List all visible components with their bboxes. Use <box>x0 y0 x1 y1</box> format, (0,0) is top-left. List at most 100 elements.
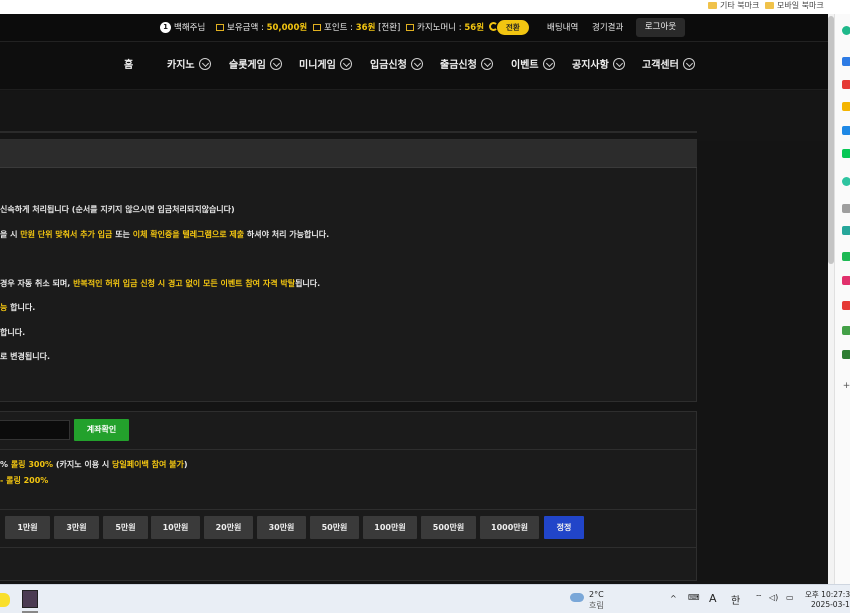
nav-home[interactable]: 홈 <box>124 42 133 90</box>
amount-button-500[interactable]: 500만원 <box>421 516 476 539</box>
youtube-icon[interactable] <box>842 301 850 310</box>
app-icon[interactable] <box>22 590 38 608</box>
game-results-link[interactable]: 경기결과 <box>592 14 623 42</box>
username: 백해주님 <box>174 23 206 33</box>
chevron-down-icon <box>339 58 352 70</box>
taskbar: 2°C 흐림 ^ ⌨ A 한 ⌔ ◁) ▭ 오후 10:27:38 2025-0… <box>0 584 850 613</box>
chevron-down-icon <box>480 58 493 70</box>
bonus-line: - 롤링 200% <box>0 476 49 485</box>
youtube-icon[interactable] <box>842 80 850 89</box>
clock-time[interactable]: 오후 10:27:38 <box>805 589 850 600</box>
bonus-line: % 롤링 300% (카지노 이용 시 당일페이백 참여 불가) <box>0 460 188 469</box>
translate-icon[interactable] <box>842 204 850 213</box>
notice-line: 경우 자동 취소 되며, 반복적인 허위 입금 신청 시 경고 없이 모든 이벤… <box>0 279 321 288</box>
wifi-icon[interactable]: ⌔ <box>755 593 763 603</box>
chevron-down-icon <box>542 58 555 70</box>
deposit-notice-panel: 신속하게 처리됩니다 (순서를 지키지 않으시면 입금처리되지않습니다) 을 시… <box>0 139 697 402</box>
chevron-down-icon <box>198 58 211 70</box>
amount-button-20[interactable]: 20만원 <box>204 516 253 539</box>
chevron-down-icon <box>269 58 282 70</box>
tray-chevron-up-icon[interactable]: ^ <box>670 594 677 603</box>
kakaotalk-icon[interactable] <box>0 593 10 607</box>
wallet-icon <box>216 24 224 31</box>
notice-line: 신속하게 처리됩니다 (순서를 지키지 않으시면 입금처리되지않습니다) <box>0 205 235 214</box>
level-badge: 1 <box>160 22 171 33</box>
bookmark-folder-other[interactable]: 기타 북마크 <box>708 0 759 14</box>
casino-money: 카지노머니 : 56원 <box>406 14 498 42</box>
account-check-button[interactable]: 계좌확인 <box>74 419 129 441</box>
bet-history-link[interactable]: 배팅내역 <box>547 14 578 42</box>
nav-event[interactable]: 이벤트 <box>511 42 555 90</box>
edge-icon[interactable] <box>842 126 850 135</box>
chevron-down-icon <box>682 58 695 70</box>
phone-icon[interactable] <box>842 350 850 359</box>
main-nav: 홈 카지노 슬롯게임 미니게임 입금신청 출금신청 이벤트 공지사항 고객센터 <box>0 42 828 90</box>
volume-icon[interactable]: ◁) <box>769 593 778 602</box>
convert-button[interactable]: 전환 <box>497 20 529 35</box>
banner-divider <box>0 131 697 133</box>
notice-line: 을 시 만원 단위 맞춰서 추가 입금 또는 이체 확인증을 텔레그램으로 제출… <box>0 230 330 239</box>
nav-deposit[interactable]: 입금신청 <box>370 42 423 90</box>
site-page: 1 백해주님 보유금액 : 50,000원 포인트 : 36원 [전환] 카지노머… <box>0 14 828 584</box>
divider <box>0 509 697 510</box>
folder-icon <box>708 2 717 9</box>
copilot-icon[interactable] <box>842 26 850 35</box>
whale-icon[interactable] <box>842 177 850 186</box>
point-convert-link[interactable]: [전환] <box>378 23 400 33</box>
line-icon[interactable] <box>842 149 850 158</box>
ime-mode-a[interactable]: A <box>709 592 717 605</box>
chevron-down-icon <box>612 58 625 70</box>
weather-desc: 흐림 <box>589 601 604 610</box>
bookmark-icon[interactable] <box>842 226 850 235</box>
account-input[interactable] <box>0 420 70 440</box>
deposit-form-panel: 계좌확인 % 롤링 300% (카지노 이용 시 당일페이백 참여 불가) - … <box>0 411 697 581</box>
amount-button-1000[interactable]: 1000만원 <box>480 516 539 539</box>
settings-icon[interactable] <box>842 326 850 335</box>
amount-button-10[interactable]: 10만원 <box>151 516 200 539</box>
nav-support[interactable]: 고객센터 <box>642 42 695 90</box>
outlook-icon[interactable] <box>842 57 850 66</box>
user-info: 1 백해주님 <box>160 14 205 42</box>
ime-mode-han[interactable]: 한 <box>731 592 740 607</box>
clock-date[interactable]: 2025-03-16 <box>811 600 850 609</box>
notice-line: 합니다. <box>0 328 26 337</box>
bookmark-folder-mobile[interactable]: 모바일 북마크 <box>765 0 824 14</box>
chevron-down-icon <box>410 58 423 70</box>
divider <box>0 449 697 450</box>
logout-button[interactable]: 로그아웃 <box>636 18 685 37</box>
balance: 보유금액 : 50,000원 <box>216 14 307 42</box>
temperature: 2°C <box>589 590 604 599</box>
weather-icon[interactable] <box>570 593 584 602</box>
add-icon[interactable]: + <box>842 382 850 391</box>
amount-button-1[interactable]: 1만원 <box>5 516 50 539</box>
browser-sidebar: + <box>834 14 850 584</box>
battery-icon[interactable]: ▭ <box>786 593 794 602</box>
points: 포인트 : 36원 [전환] <box>313 14 400 42</box>
keyboard-icon[interactable]: ⌨ <box>688 593 700 602</box>
nav-minigame[interactable]: 미니게임 <box>299 42 352 90</box>
extension-icon[interactable] <box>842 102 850 111</box>
amount-button-30[interactable]: 30만원 <box>257 516 306 539</box>
page-banner <box>0 91 828 141</box>
folder-icon <box>765 2 774 9</box>
notice-line: 능 합니다. <box>0 303 36 312</box>
casino-icon <box>406 24 414 31</box>
convert-pill-wrap: 전환 <box>497 14 529 42</box>
nav-casino[interactable]: 카지노 <box>167 42 211 90</box>
play-icon[interactable] <box>842 252 850 261</box>
notice-line: 로 변경됩니다. <box>0 352 50 361</box>
amount-button-3[interactable]: 3만원 <box>54 516 99 539</box>
divider <box>0 547 697 548</box>
bookmark-bar: 기타 북마크 모바일 북마크 <box>0 0 850 14</box>
top-bar: 1 백해주님 보유금액 : 50,000원 포인트 : 36원 [전환] 카지노머… <box>0 14 828 42</box>
reset-button[interactable]: 정정 <box>544 516 584 539</box>
nav-withdraw[interactable]: 출금신청 <box>440 42 493 90</box>
instagram-icon[interactable] <box>842 276 850 285</box>
point-icon <box>313 24 321 31</box>
amount-button-50[interactable]: 50만원 <box>310 516 359 539</box>
nav-notice[interactable]: 공지사항 <box>572 42 625 90</box>
amount-button-100[interactable]: 100만원 <box>363 516 417 539</box>
nav-slot[interactable]: 슬롯게임 <box>229 42 282 90</box>
notice-panel-header <box>0 140 697 168</box>
amount-button-5[interactable]: 5만원 <box>103 516 148 539</box>
